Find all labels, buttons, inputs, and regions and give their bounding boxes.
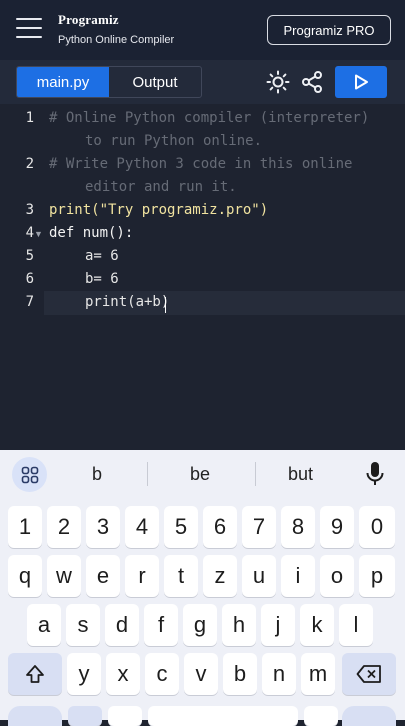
tab-output[interactable]: Output xyxy=(109,67,201,97)
key-0[interactable]: 0 xyxy=(359,506,395,548)
code-line: # Online Python compiler (interpreter) xyxy=(49,110,370,126)
brand[interactable]: Programiz Python Online Compiler xyxy=(58,12,174,46)
key-7[interactable]: 7 xyxy=(242,506,276,548)
virtual-keyboard: b be but 1 2 3 4 5 6 7 8 9 0 q w e r t z… xyxy=(0,450,405,726)
code-editor[interactable]: 1 2 3 4 ▼ 5 6 7 # Online Python compiler… xyxy=(0,104,405,450)
key-y[interactable]: y xyxy=(67,653,101,695)
backspace-icon xyxy=(356,665,381,683)
fold-arrow-icon[interactable]: ▼ xyxy=(34,229,43,239)
code-line: b= 6 xyxy=(85,271,119,287)
key-q[interactable]: q xyxy=(8,555,42,597)
key-a[interactable]: a xyxy=(27,604,61,646)
emoji-key[interactable] xyxy=(68,706,102,726)
suggestion-divider xyxy=(147,462,148,486)
key-1[interactable]: 1 xyxy=(8,506,42,548)
key-r[interactable]: r xyxy=(125,555,159,597)
key-3[interactable]: 3 xyxy=(86,506,120,548)
suggestion-item[interactable]: b xyxy=(92,464,102,485)
line-number: 6 xyxy=(25,271,34,287)
key-8[interactable]: 8 xyxy=(281,506,315,548)
key-o[interactable]: o xyxy=(320,555,354,597)
run-button[interactable] xyxy=(335,66,387,98)
theme-toggle-icon[interactable] xyxy=(266,70,290,94)
suggestion-divider xyxy=(255,462,256,486)
comma-key[interactable] xyxy=(108,706,142,726)
key-c[interactable]: c xyxy=(145,653,179,695)
key-s[interactable]: s xyxy=(66,604,100,646)
tab-main-py[interactable]: main.py xyxy=(17,67,109,97)
key-w[interactable]: w xyxy=(47,555,81,597)
key-6[interactable]: 6 xyxy=(203,506,237,548)
code-line: print("Try programiz.pro") xyxy=(49,202,269,218)
suggestion-item[interactable]: but xyxy=(288,464,313,485)
shift-key[interactable] xyxy=(8,653,62,695)
line-number: 1 xyxy=(25,110,34,126)
key-d[interactable]: d xyxy=(105,604,139,646)
key-2[interactable]: 2 xyxy=(47,506,81,548)
code-line: to run Python online. xyxy=(85,133,263,149)
key-i[interactable]: i xyxy=(281,555,315,597)
line-number: 2 xyxy=(25,156,34,172)
microphone-icon[interactable] xyxy=(363,460,387,488)
code-line: a= 6 xyxy=(85,248,119,264)
play-icon xyxy=(355,74,368,90)
brand-subtitle: Python Online Compiler xyxy=(58,34,175,46)
line-number: 5 xyxy=(25,248,34,264)
code-line: # Write Python 3 code in this online xyxy=(49,156,353,172)
menu-icon[interactable] xyxy=(16,18,42,40)
editor-toolbar: main.py Output xyxy=(0,60,405,104)
key-x[interactable]: x xyxy=(106,653,140,695)
apps-grid-icon[interactable] xyxy=(12,457,47,492)
key-j[interactable]: j xyxy=(261,604,295,646)
key-b[interactable]: b xyxy=(223,653,257,695)
key-v[interactable]: v xyxy=(184,653,218,695)
suggestion-bar: b be but xyxy=(0,450,405,498)
file-tabs: main.py Output xyxy=(16,66,202,98)
key-t[interactable]: t xyxy=(164,555,198,597)
key-l[interactable]: l xyxy=(339,604,373,646)
code-line: def num(): xyxy=(49,225,134,241)
space-key[interactable] xyxy=(148,706,298,726)
text-cursor xyxy=(165,297,166,313)
line-gutter: 1 2 3 4 ▼ 5 6 7 xyxy=(0,104,44,450)
code-line-active: print(a+b) xyxy=(85,294,170,310)
key-p[interactable]: p xyxy=(359,555,395,597)
key-5[interactable]: 5 xyxy=(164,506,198,548)
share-icon[interactable] xyxy=(300,70,324,94)
shift-icon xyxy=(26,665,44,683)
key-m[interactable]: m xyxy=(301,653,335,695)
symbols-key[interactable] xyxy=(8,706,62,726)
key-n[interactable]: n xyxy=(262,653,296,695)
key-9[interactable]: 9 xyxy=(320,506,354,548)
key-u[interactable]: u xyxy=(242,555,276,597)
line-number: 3 xyxy=(25,202,34,218)
period-key[interactable] xyxy=(304,706,338,726)
key-f[interactable]: f xyxy=(144,604,178,646)
enter-key[interactable] xyxy=(342,706,396,726)
key-g[interactable]: g xyxy=(183,604,217,646)
key-k[interactable]: k xyxy=(300,604,334,646)
app-header: Programiz Python Online Compiler Program… xyxy=(0,0,405,60)
key-e[interactable]: e xyxy=(86,555,120,597)
key-z[interactable]: z xyxy=(203,555,237,597)
programiz-pro-button[interactable]: Programiz PRO xyxy=(267,15,391,45)
key-4[interactable]: 4 xyxy=(125,506,159,548)
line-number: 4 xyxy=(25,225,34,241)
key-h[interactable]: h xyxy=(222,604,256,646)
code-line: editor and run it. xyxy=(85,179,237,195)
brand-logo: Programiz xyxy=(58,12,119,27)
suggestion-item[interactable]: be xyxy=(190,464,210,485)
backspace-key[interactable] xyxy=(342,653,396,695)
line-number: 7 xyxy=(25,294,34,310)
